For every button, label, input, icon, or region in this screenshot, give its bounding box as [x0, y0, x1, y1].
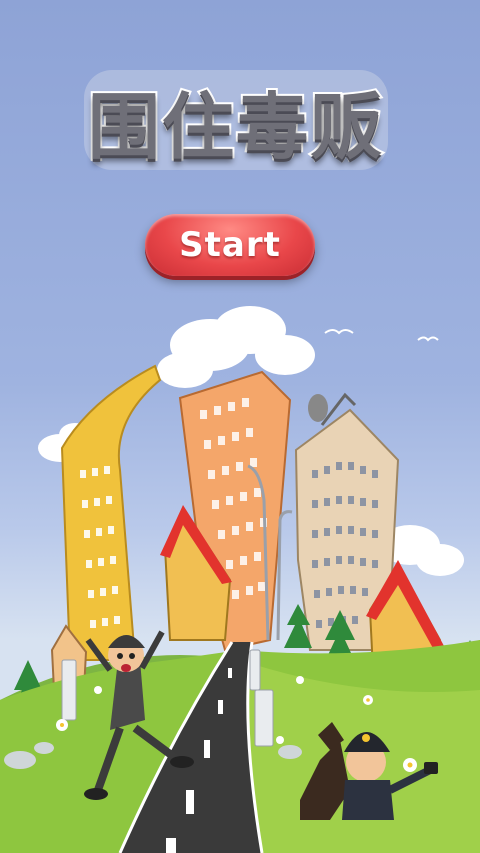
- yellow-tower: [60, 364, 162, 661]
- cloud-top: [157, 306, 315, 388]
- bird-icon: [324, 329, 354, 335]
- bird-icon: [417, 336, 439, 342]
- game-title: 围住毒贩: [86, 83, 384, 171]
- game-start-screen: 围住毒贩 Start: [0, 0, 480, 853]
- start-button-label: Start: [179, 225, 281, 265]
- start-button[interactable]: Start: [145, 214, 315, 276]
